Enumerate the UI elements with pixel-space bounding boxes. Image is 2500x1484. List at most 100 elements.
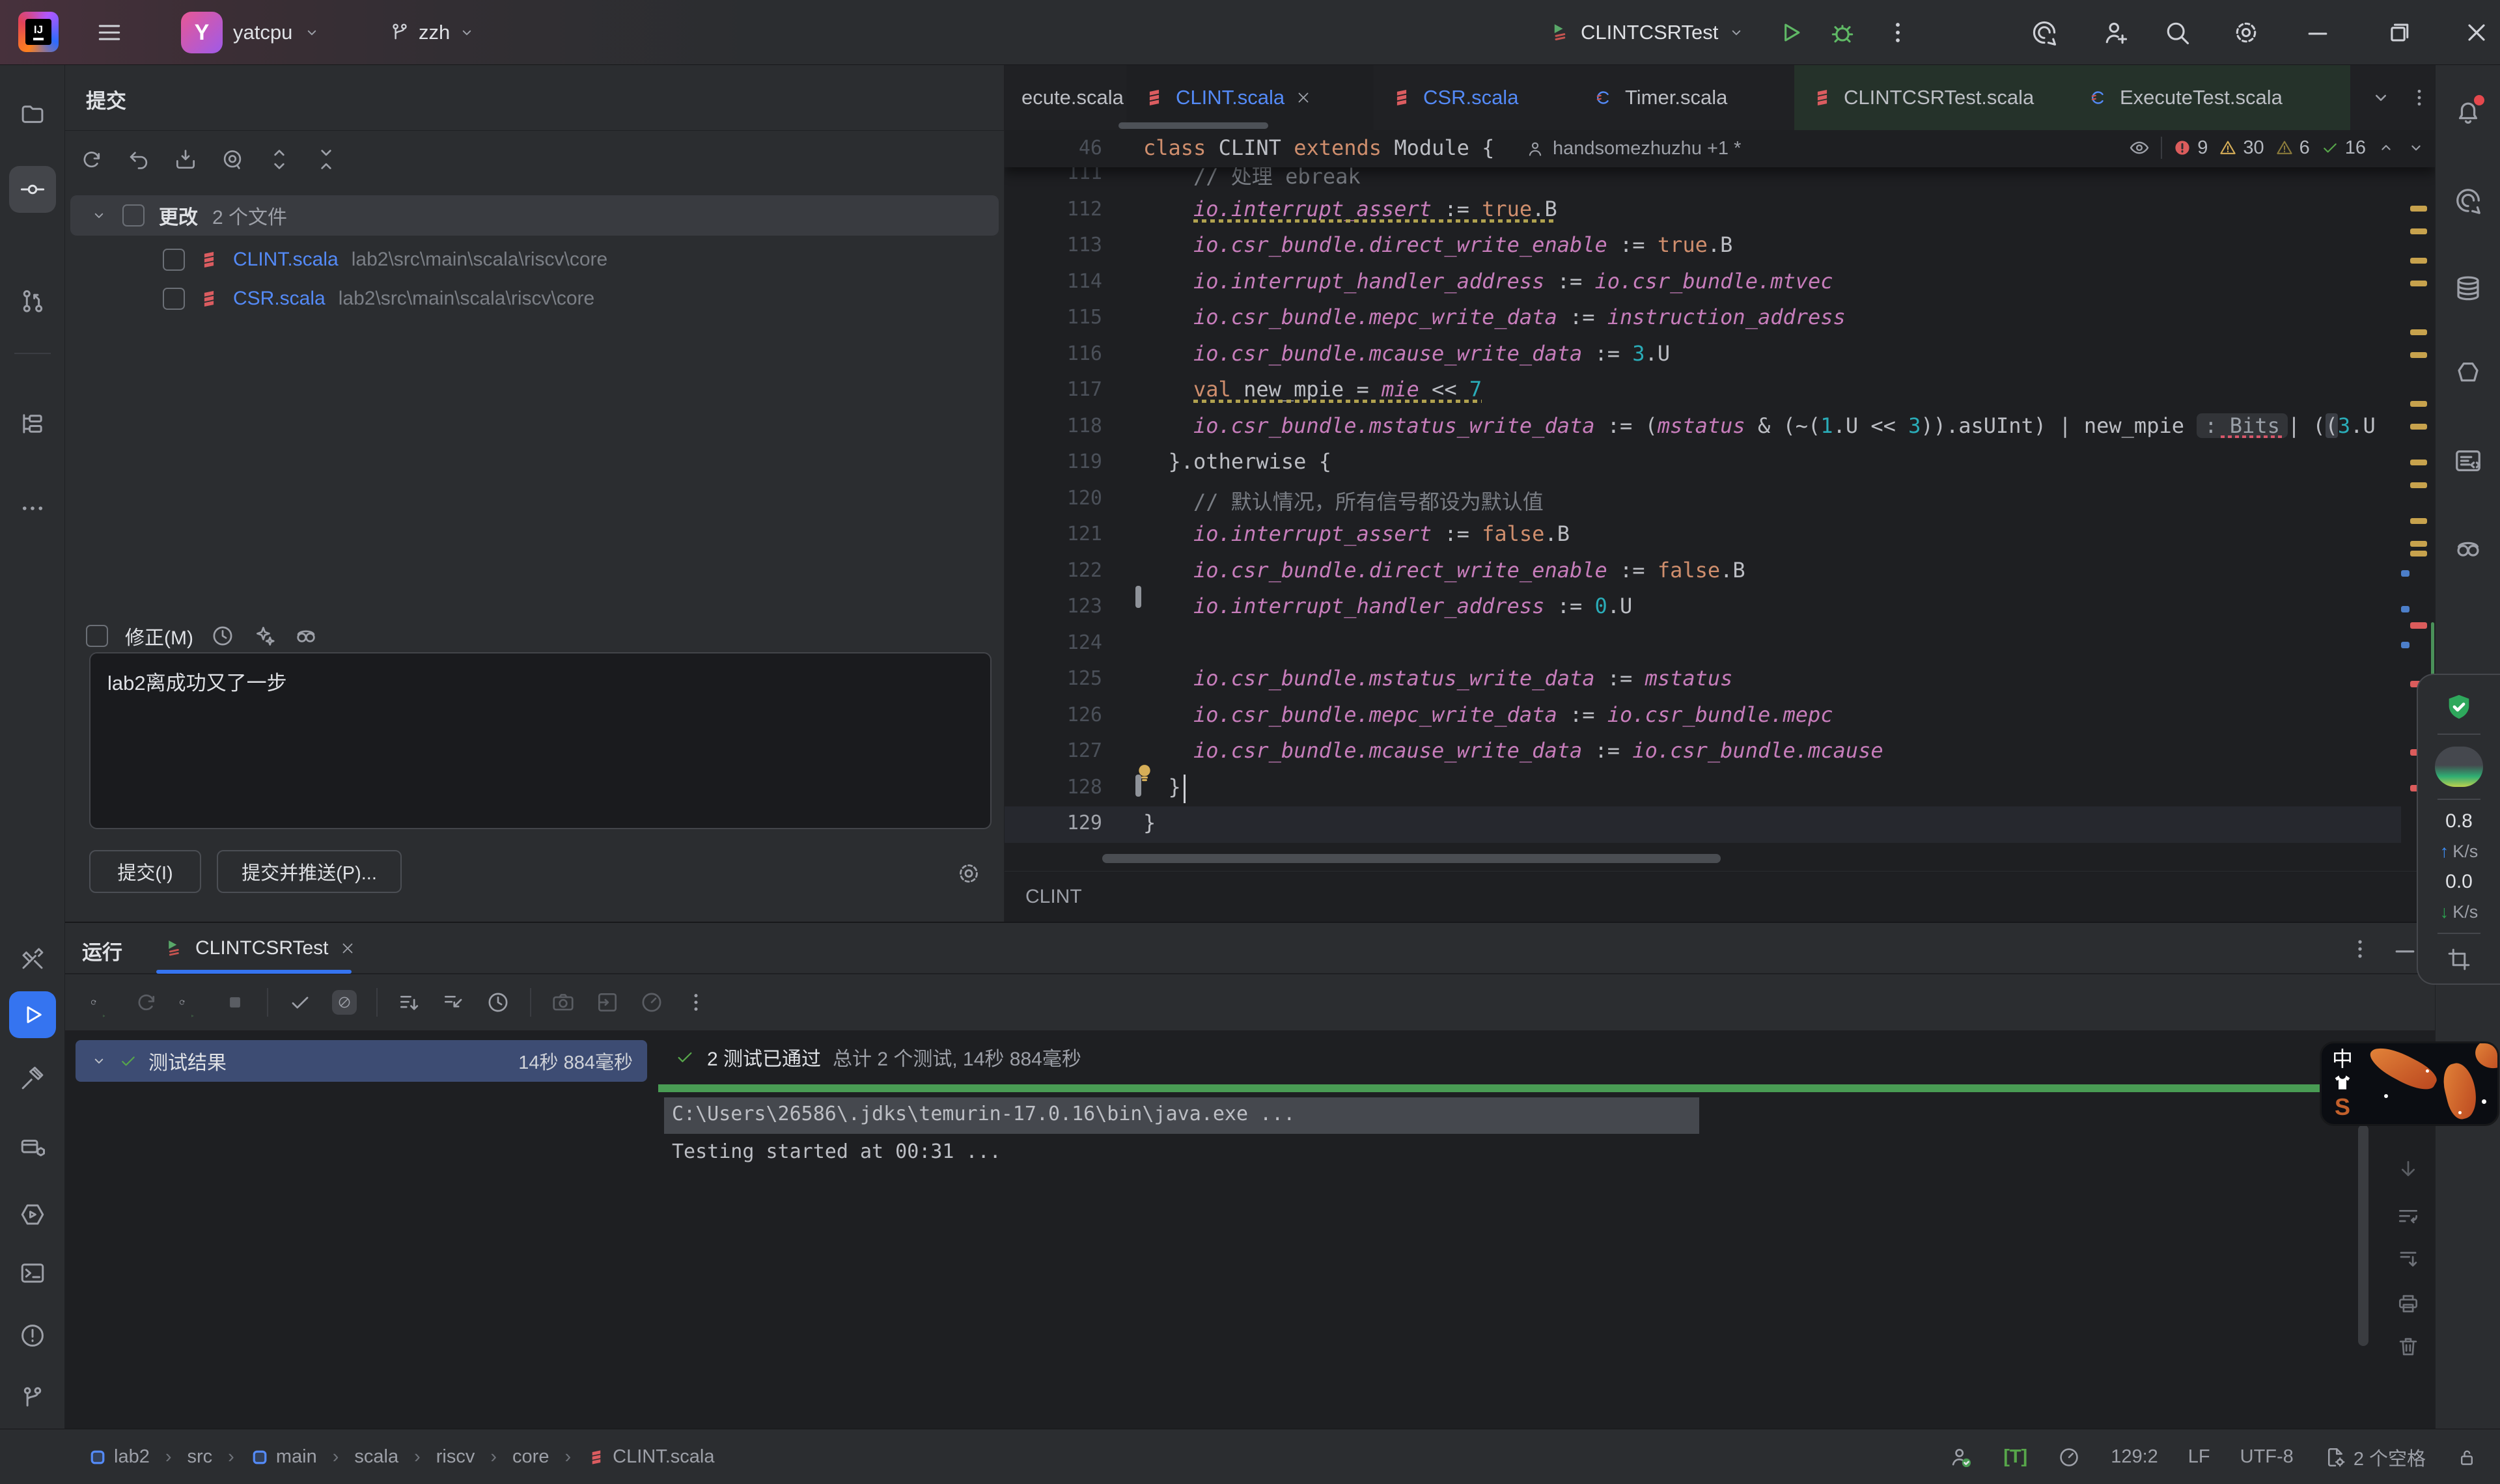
warning-stripe-mark[interactable] bbox=[2410, 352, 2427, 358]
project-selector[interactable]: Y yatcpu bbox=[181, 0, 321, 65]
sidebar-item-commit[interactable] bbox=[9, 166, 56, 213]
sidebar-item-structure[interactable] bbox=[19, 410, 46, 437]
editor-breadcrumb[interactable]: CLINT bbox=[1005, 871, 2435, 922]
ai-robot-icon[interactable] bbox=[294, 624, 318, 648]
warning-stripe-mark[interactable] bbox=[2410, 401, 2427, 407]
hide-panel-icon[interactable] bbox=[2391, 936, 2419, 965]
hamburger-menu-icon[interactable] bbox=[95, 18, 124, 47]
code-line-116[interactable]: 116io.csr_bundle.mcause_write_data := 3.… bbox=[1005, 337, 2401, 374]
breadcrumb-item[interactable]: CLINT.scala bbox=[587, 1446, 714, 1468]
ime-logo[interactable]: S bbox=[2335, 1095, 2350, 1119]
settings-gear-icon[interactable] bbox=[2232, 18, 2260, 47]
ai-generate-message-icon[interactable] bbox=[252, 624, 277, 648]
show-passed-icon[interactable] bbox=[288, 990, 312, 1015]
code-line-129[interactable]: 129} bbox=[1005, 806, 2401, 843]
database-stripe-icon[interactable] bbox=[2453, 273, 2483, 303]
warning-stripe-mark[interactable] bbox=[2410, 206, 2427, 212]
sidebar-item-problems[interactable] bbox=[19, 1322, 46, 1349]
chevron-down-icon[interactable] bbox=[90, 1052, 108, 1070]
tab-clintcsrtest-scala[interactable]: CLINTCSRTest.scala bbox=[1794, 65, 2070, 130]
toolbar-kebab-icon[interactable] bbox=[684, 990, 708, 1015]
dependencies-hexagon-icon[interactable] bbox=[2453, 358, 2483, 388]
commit-message-input[interactable]: lab2离成功又了一步 bbox=[89, 652, 992, 829]
search-everywhere-icon[interactable] bbox=[2163, 18, 2191, 47]
warning-stripe-mark[interactable] bbox=[2410, 551, 2427, 556]
documentation-card-icon[interactable] bbox=[2453, 446, 2483, 476]
tab-ecute-scala[interactable]: ecute.scala bbox=[1005, 65, 1126, 130]
user-logged-in-icon[interactable] bbox=[1949, 1445, 1973, 1470]
shield-check-icon[interactable] bbox=[2444, 692, 2474, 722]
toggle-auto-test-icon[interactable] bbox=[178, 990, 203, 1015]
commit-history-icon[interactable] bbox=[210, 624, 235, 648]
breadcrumb-item[interactable]: core bbox=[512, 1446, 549, 1468]
amend-checkbox[interactable] bbox=[86, 625, 108, 647]
preview-diff-icon[interactable] bbox=[220, 147, 245, 172]
problem-weak-warnings[interactable]: 6 bbox=[2275, 137, 2310, 159]
breadcrumb-item[interactable]: scala bbox=[354, 1446, 398, 1468]
ai-assistant-stripe-icon[interactable] bbox=[2453, 186, 2483, 215]
code-line-119[interactable]: 119}.otherwise { bbox=[1005, 445, 2401, 482]
sidebar-item-run[interactable] bbox=[9, 991, 56, 1038]
run-button[interactable] bbox=[1776, 18, 1805, 47]
console-line[interactable]: C:\Users\26586\.jdks\temurin-17.0.16\bin… bbox=[672, 1103, 1295, 1125]
close-icon[interactable] bbox=[339, 940, 356, 957]
scroll-to-end-icon[interactable] bbox=[2396, 1247, 2421, 1272]
gutter-handle[interactable] bbox=[1135, 775, 1141, 797]
warning-stripe-mark[interactable] bbox=[2410, 228, 2427, 234]
shelve-icon[interactable] bbox=[173, 147, 198, 172]
indent-setting[interactable]: 2 个空格 bbox=[2324, 1444, 2426, 1471]
ai-robot-stripe-icon[interactable] bbox=[2453, 534, 2483, 564]
ime-mode-indicator[interactable]: 中 bbox=[2332, 1049, 2353, 1069]
tab-csr-scala[interactable]: CSR.scala bbox=[1374, 65, 1576, 130]
rollback-icon[interactable] bbox=[126, 147, 151, 172]
warning-stripe-mark[interactable] bbox=[2410, 541, 2427, 547]
screenshot-crop-icon[interactable] bbox=[2445, 946, 2473, 973]
warning-stripe-mark[interactable] bbox=[2410, 424, 2427, 430]
next-problem-chevron-icon[interactable] bbox=[2406, 138, 2426, 158]
tabbar-scrollbar[interactable] bbox=[1118, 122, 1268, 129]
commit-button[interactable]: 提交(I) bbox=[89, 850, 201, 893]
warning-stripe-mark[interactable] bbox=[2410, 482, 2427, 488]
scroll-down-icon[interactable] bbox=[2396, 1157, 2421, 1182]
code-line-126[interactable]: 126io.csr_bundle.mepc_write_data := io.c… bbox=[1005, 698, 2401, 735]
sidebar-item-more[interactable] bbox=[19, 495, 46, 522]
prev-problem-chevron-icon[interactable] bbox=[2376, 138, 2396, 158]
code-line-128[interactable]: 128} bbox=[1005, 771, 2401, 807]
window-restore-button[interactable] bbox=[2384, 18, 2413, 47]
code-line-118[interactable]: 118io.csr_bundle.mstatus_write_data := (… bbox=[1005, 409, 2401, 446]
sidebar-item-project[interactable] bbox=[19, 101, 46, 128]
tab-close-icon[interactable] bbox=[1295, 89, 1312, 106]
test-history-icon[interactable] bbox=[486, 990, 510, 1015]
problem-passed[interactable]: 16 bbox=[2320, 137, 2366, 159]
highlighting-eye-icon[interactable] bbox=[2128, 137, 2150, 159]
sidebar-item-services[interactable] bbox=[19, 1134, 46, 1162]
change-stripe-mark[interactable] bbox=[2401, 570, 2410, 577]
debug-button[interactable] bbox=[1828, 18, 1857, 47]
refresh-icon[interactable] bbox=[79, 147, 104, 172]
tabs-kebab-icon[interactable] bbox=[2408, 86, 2431, 109]
caret-position[interactable]: 129:2 bbox=[2111, 1446, 2158, 1468]
more-actions-kebab-icon[interactable] bbox=[1883, 18, 1912, 47]
code-line-112[interactable]: 112io.interrupt_assert := true.B bbox=[1005, 193, 2401, 229]
window-close-button[interactable] bbox=[2462, 18, 2491, 47]
test-results-row[interactable]: 测试结果 14秒 884毫秒 bbox=[76, 1040, 647, 1082]
change-stripe-mark[interactable] bbox=[2401, 606, 2410, 612]
changed-file-row[interactable]: CLINT.scalalab2\src\main\scala\riscv\cor… bbox=[65, 241, 1005, 279]
file-encoding[interactable]: UTF-8 bbox=[2240, 1446, 2294, 1468]
code-line-113[interactable]: 113io.csr_bundle.direct_write_enable := … bbox=[1005, 228, 2401, 265]
line-separator[interactable]: LF bbox=[2188, 1446, 2210, 1468]
show-ignored-icon[interactable] bbox=[332, 990, 357, 1015]
tabs-chevron-down-icon[interactable] bbox=[2369, 86, 2393, 109]
code-line-125[interactable]: 125io.csr_bundle.mstatus_write_data := m… bbox=[1005, 662, 2401, 698]
code-analysis-gauge-icon[interactable] bbox=[2057, 1446, 2081, 1469]
sidebar-item-build-tools[interactable] bbox=[19, 945, 46, 972]
run-configuration-selector[interactable]: CLINTCSRTest bbox=[1548, 0, 1745, 65]
code-line-120[interactable]: 120// 默认情况，所有信号都设为默认值 bbox=[1005, 482, 2401, 518]
changes-group-row[interactable]: 更改 2 个文件 bbox=[70, 195, 999, 236]
warning-stripe-mark[interactable] bbox=[2410, 518, 2427, 524]
breadcrumb-item[interactable]: src bbox=[188, 1446, 213, 1468]
collapse-all-icon[interactable] bbox=[314, 147, 339, 172]
code-line-122[interactable]: 122io.csr_bundle.direct_write_enable := … bbox=[1005, 554, 2401, 590]
breadcrumb-item[interactable]: main bbox=[250, 1446, 317, 1468]
print-icon[interactable] bbox=[2396, 1291, 2421, 1316]
